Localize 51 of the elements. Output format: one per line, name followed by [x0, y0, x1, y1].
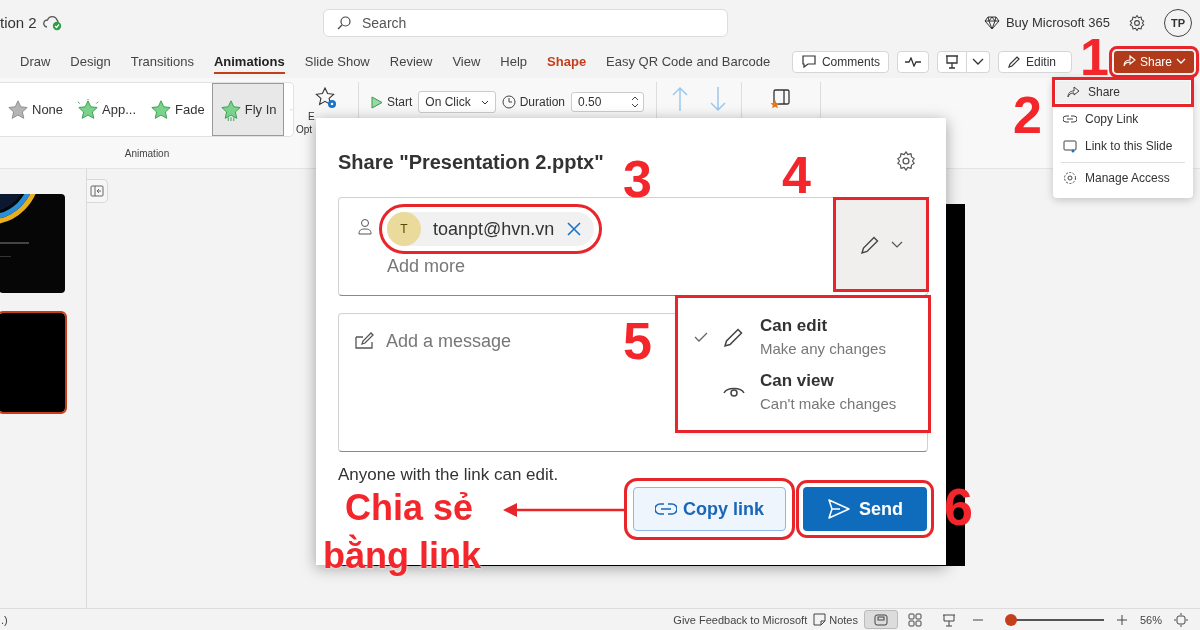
menu-item[interactable]: Manage Access — [1053, 167, 1193, 189]
document-title: tion 2 — [0, 14, 37, 31]
annotation-number: 2 — [1013, 96, 1042, 135]
annotation-number: 4 — [782, 156, 811, 195]
zoom-level[interactable]: 56% — [1139, 613, 1162, 626]
ribbon-tab[interactable]: Slide Show — [294, 48, 380, 75]
ribbon-tab[interactable]: View — [442, 48, 491, 75]
recipient-email: toanpt@hvn.vn — [433, 218, 555, 240]
comments-button[interactable]: Comments — [791, 50, 889, 73]
permission-label: Can edit — [760, 316, 829, 336]
annotation-number: 1 — [1080, 38, 1109, 77]
status-text: .) — [1, 613, 8, 626]
permission-description: Make any changes — [760, 340, 886, 357]
ribbon-tab[interactable]: Draw — [10, 48, 61, 75]
notes-button[interactable]: Notes — [829, 613, 858, 626]
duration-label: Duration — [519, 95, 566, 109]
annotation-number: 3 — [623, 160, 652, 199]
animation-option[interactable]: App... — [70, 83, 144, 136]
buy-microsoft-link[interactable]: Buy Microsoft 365 — [1005, 15, 1110, 30]
menu-item[interactable]: Copy Link — [1053, 108, 1193, 130]
effect-options-label: E — [308, 110, 315, 123]
annotation-number: 5 — [623, 322, 652, 361]
effect-options-label: Opt — [296, 123, 313, 136]
animation-option[interactable]: None — [0, 83, 71, 136]
ribbon-tab[interactable]: Transitions — [120, 48, 204, 75]
ribbon-tab[interactable]: Design — [60, 48, 121, 75]
add-more-placeholder: Add more — [387, 256, 467, 277]
start-label: Start — [387, 95, 413, 109]
group-label: Animation — [124, 148, 170, 159]
ribbon-tab[interactable]: Easy QR Code and Barcode — [596, 48, 781, 75]
link-permission-note: Anyone with the link can edit. — [338, 465, 559, 485]
recipient-avatar: T — [387, 212, 421, 246]
recipients-field[interactable]: T toanpt@hvn.vn Add more — [338, 197, 928, 296]
permission-label: Can view — [760, 371, 835, 391]
permission-description: Can't make changes — [760, 395, 897, 412]
permission-option[interactable]: Can view Can't make changes — [678, 371, 897, 412]
animation-option[interactable]: Fade — [143, 83, 212, 136]
annotation-caption: Chia sẻ — [345, 486, 474, 530]
dialog-title: Share "Presentation 2.pptx" — [338, 151, 604, 174]
animation-option[interactable]: Fly In — [211, 83, 285, 136]
ribbon-tab[interactable]: Animations — [203, 48, 295, 75]
ribbon-tab[interactable]: Shape — [537, 48, 597, 75]
menu-item[interactable]: Link to this Slide — [1053, 135, 1193, 157]
editing-mode-button[interactable]: Editin — [997, 50, 1072, 73]
start-dropdown[interactable]: On Click — [418, 91, 496, 113]
duration-field[interactable]: 0.50 — [571, 92, 645, 112]
feedback-link[interactable]: Give Feedback to Microsoft — [673, 613, 808, 626]
search-field[interactable]: Search — [323, 8, 728, 37]
permission-option[interactable]: Can edit Make any changes — [678, 316, 886, 357]
ribbon-tab[interactable]: Help — [490, 48, 538, 75]
ribbon-tab[interactable]: Review — [379, 48, 443, 75]
